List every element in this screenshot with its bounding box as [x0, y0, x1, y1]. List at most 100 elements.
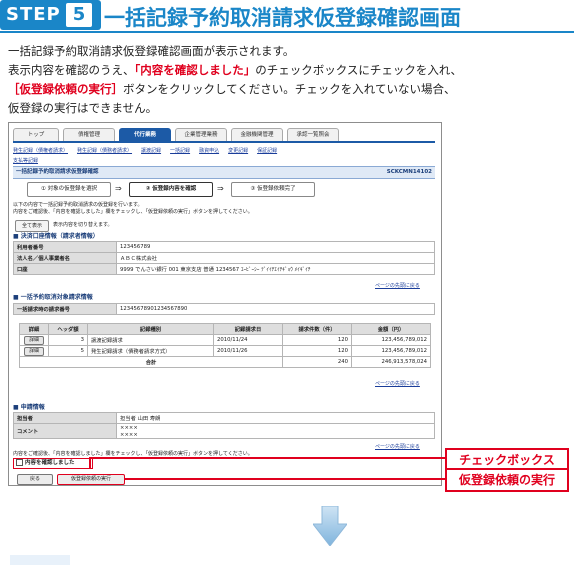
checkbox-callout-line: [89, 457, 445, 459]
step-arrow-icon: ⇒: [115, 184, 122, 193]
sub-nav-row-1: 発生記録（債権者請求） 発生記録（債務者請求） 譲渡記録 一括記録 融資申込 変更記録 保証…: [13, 146, 433, 156]
settlement-table: 利用者番号 123456789 法人名／個人事業者名 ＡＢＣ株式会社 口座 9999 …: [13, 241, 435, 275]
sub-nav-link[interactable]: 発生記録（債権者請求）: [13, 148, 68, 154]
column-header: 記録種別: [87, 323, 214, 335]
back-to-top-link[interactable]: ページの先頭に戻る: [375, 380, 420, 387]
screen-id: SCKCMN14102: [386, 169, 432, 175]
header-amount-cell: 5: [48, 345, 88, 357]
instruction-line-4: 仮登録の実行はできません。: [8, 101, 158, 115]
table-row: 法人名／個人事業者名 ＡＢＣ株式会社: [13, 252, 435, 264]
back-to-top-link[interactable]: ページの先頭に戻る: [375, 443, 420, 450]
request-section-title: ■ 申請情報: [13, 402, 45, 411]
section-marker-icon: ■: [13, 294, 21, 301]
batch-number-table: 一括請求時の請求番号 12345678901234567890: [13, 303, 435, 315]
row-label: 利用者番号: [13, 241, 117, 253]
instruction-line-2: 表示内容を確認のうえ、「内容を確認しました」のチェックボックスにチェックを入れ、: [8, 61, 548, 80]
back-to-top-link[interactable]: ページの先頭に戻る: [375, 282, 420, 289]
sub-nav-link[interactable]: 譲渡記録: [141, 148, 161, 154]
instructions: 一括記録予約取消請求仮登録確認画面が表示されます。 表示内容を確認のうえ、「内容…: [8, 42, 548, 118]
request-count-cell: 120: [282, 334, 352, 346]
progress-step-3: ③ 仮登録依頼完了: [231, 182, 315, 197]
row-label: 口座: [13, 263, 117, 275]
confirm-checkbox-row[interactable]: 内容を確認しました: [13, 458, 93, 469]
total-amount: 246,913,578,024: [351, 356, 431, 368]
request-date-cell: 2010/11/26: [213, 345, 283, 357]
total-label: 合計: [19, 356, 283, 368]
detail-button[interactable]: 詳細: [24, 346, 44, 356]
step-label: STEP: [6, 4, 61, 25]
amount-cell: 123,456,789,012: [351, 334, 431, 346]
show-all-note: 表示内容を切り替えます。: [53, 222, 113, 228]
notice-line-2: 内容をご確認後、「内容を確認しました」欄をチェックし、「仮登録依頼の実行」ボタン…: [13, 209, 253, 215]
screenshot-frame: トップ 債権管理 代行業務 企業管理業務 金融機関管理 承認一覧照会 発生記録（…: [8, 122, 442, 486]
screen-title-bar: 一括記録予約取消請求仮登録確認 SCKCMN14102: [13, 166, 435, 179]
notice-line-1: 以下の内容で一括記録予約取消請求の仮登録を行います。: [13, 202, 143, 208]
back-button[interactable]: 戻る: [17, 474, 53, 485]
table-header-row: 詳細 ヘッダ額 記録種別 記録請求日 請求件数（件） 金額（円）: [19, 323, 431, 335]
execute-callout: 仮登録依頼の実行: [445, 468, 569, 492]
next-section-hint: [10, 555, 70, 565]
sub-nav-link[interactable]: 発生記録（債務者請求）: [77, 148, 132, 154]
confirm-checkbox[interactable]: [16, 459, 23, 466]
row-label: コメント: [13, 423, 117, 439]
instruction-text: 表示内容を確認のうえ、: [8, 63, 135, 77]
comment-line: ××××: [116, 431, 435, 439]
instruction-text: のチェックボックスにチェックを入れ、: [255, 63, 463, 77]
instruction-line-1: 一括記録予約取消請求仮登録確認画面が表示されます。: [8, 44, 295, 58]
sub-nav-link[interactable]: 一括記録: [170, 148, 190, 154]
next-step-arrow-icon: [313, 506, 347, 546]
execute-callout-line: [124, 478, 445, 480]
amount-cell: 123,456,789,012: [351, 345, 431, 357]
comment-line: ××××: [116, 423, 435, 431]
detail-cell: 詳細: [19, 345, 49, 357]
column-header: 詳細: [19, 323, 49, 335]
total-count: 240: [282, 356, 352, 368]
sub-nav-link[interactable]: 変更記録: [228, 148, 248, 154]
row-value: 担当者 山田 寿朗: [116, 412, 435, 424]
sub-nav-link[interactable]: 保証記録: [257, 148, 277, 154]
detail-cell: 詳細: [19, 334, 49, 346]
settlement-section-title: ■ 決済口座情報（請求者情報）: [13, 231, 99, 240]
column-header: 金額（円）: [351, 323, 431, 335]
row-label: 担当者: [13, 412, 117, 424]
row-label: 法人名／個人事業者名: [13, 252, 117, 264]
request-date-cell: 2010/11/24: [213, 334, 283, 346]
row-value: 12345678901234567890: [116, 303, 435, 315]
progress-step-1: ① 対象の仮登録を選択: [27, 182, 111, 197]
sub-navigation: 発生記録（債権者請求） 発生記録（債務者請求） 譲渡記録 一括記録 融資申込 変更記録 保証…: [13, 146, 433, 166]
table-row: 利用者番号 123456789: [13, 241, 435, 253]
row-value: ＡＢＣ株式会社: [116, 252, 435, 264]
row-label: 一括請求時の請求番号: [13, 303, 117, 315]
instruction-text: ボタンをクリックしてください。チェックを入れていない場合、: [123, 82, 456, 96]
page-title: 一括記録予約取消請求仮登録確認画面: [104, 6, 461, 30]
title-underline: [0, 31, 574, 33]
section-heading: 決済口座情報（請求者情報）: [20, 233, 99, 240]
target-section-title: ■ 一括予約取消対象請求情報: [13, 292, 93, 301]
request-info-table: 担当者 担当者 山田 寿朗 コメント ×××× ××××: [13, 412, 435, 439]
record-type-cell: 発生記録請求（債務者請求方式）: [87, 345, 214, 357]
row-value: 123456789: [116, 241, 435, 253]
progress-step-2: ② 仮登録内容を確認: [129, 182, 213, 197]
section-marker-icon: ■: [13, 233, 21, 240]
table-row: コメント ××××: [13, 423, 435, 439]
section-marker-icon: ■: [13, 404, 21, 411]
execute-provisional-registration-button[interactable]: 仮登録依頼の実行: [57, 474, 125, 485]
sub-nav-link[interactable]: 融資申込: [199, 148, 219, 154]
detail-button[interactable]: 詳細: [24, 335, 44, 345]
table-row: 一括請求時の請求番号 12345678901234567890: [13, 303, 435, 315]
section-heading: 申請情報: [20, 404, 45, 411]
sub-nav-row-2: 支払等記録: [13, 156, 433, 166]
sub-nav-link[interactable]: 支払等記録: [13, 158, 38, 164]
confirm-checkbox-label: 内容を確認しました: [25, 460, 75, 466]
request-count-cell: 120: [282, 345, 352, 357]
instruction-line-3: ［仮登録依頼の実行］ボタンをクリックしてください。チェックを入れていない場合、: [8, 80, 548, 99]
record-type-cell: 譲渡記録請求: [87, 334, 214, 346]
table-row: 詳細 3 譲渡記録請求 2010/11/24 120 123,456,789,0…: [19, 334, 431, 346]
table-row: 口座 9999 でんさい銀行 001 東京支店 普通 1234567 ｴｰﾋﾞｰｼ…: [13, 263, 435, 275]
tab-underline: [13, 141, 435, 143]
table-row: 詳細 5 発生記録請求（債務者請求方式） 2010/11/26 120 123,…: [19, 345, 431, 357]
column-header: ヘッダ額: [48, 323, 88, 335]
emphasis-text: 「内容を確認しました」: [134, 63, 256, 77]
checkbox-callout-line: [89, 457, 91, 469]
section-heading: 一括予約取消対象請求情報: [20, 294, 93, 301]
